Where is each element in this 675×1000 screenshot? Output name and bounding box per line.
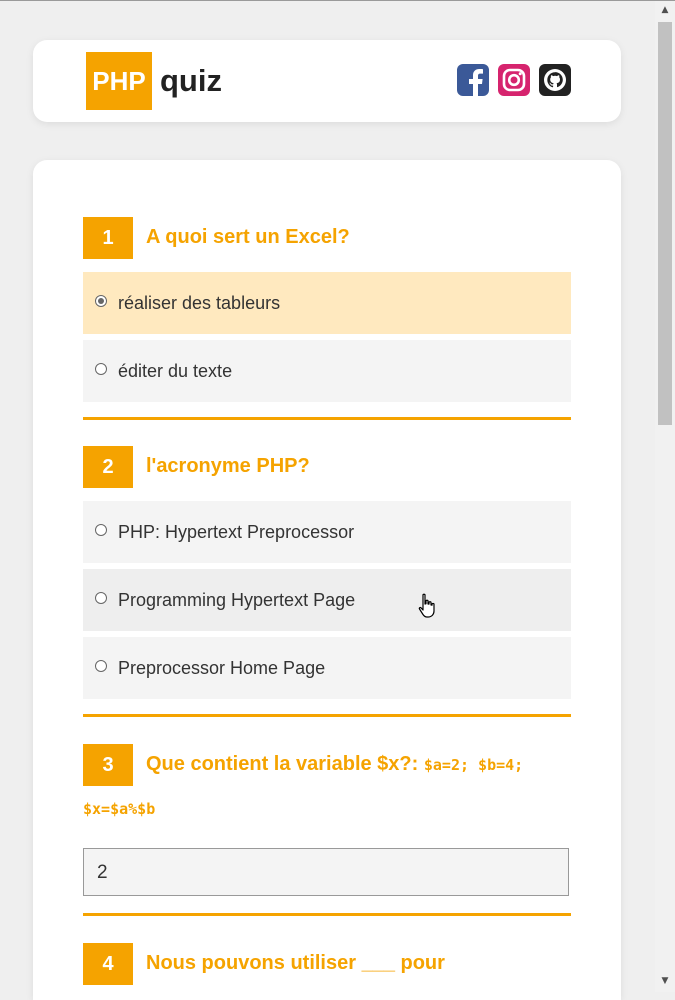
question-number: 2 xyxy=(83,446,133,488)
question-number: 1 xyxy=(83,217,133,259)
hand-cursor-icon xyxy=(418,593,435,618)
logo-word[interactable]: quiz xyxy=(160,52,222,110)
radio-button[interactable] xyxy=(95,660,107,672)
github-icon[interactable] xyxy=(539,64,571,96)
question-title: Que contient la variable $x?: $a=2; $b=4… xyxy=(146,753,523,776)
question-title: l'acronyme PHP? xyxy=(146,455,310,477)
question-title: A quoi sert un Excel? xyxy=(146,226,350,248)
option-label: éditer du texte xyxy=(118,361,233,381)
question-title-text: Que contient la variable $x?: xyxy=(146,753,419,775)
radio-button[interactable] xyxy=(95,524,107,536)
scroll-up-arrow-icon[interactable]: ▲ xyxy=(655,2,675,19)
code-snippet: $a=2; $b=4; xyxy=(423,756,524,774)
answer-option[interactable]: PHP: Hypertext Preprocessor xyxy=(83,501,571,563)
radio-button[interactable] xyxy=(95,363,107,375)
option-label: PHP: Hypertext Preprocessor xyxy=(118,522,355,542)
question-number: 4 xyxy=(83,943,133,985)
header-card: PHP quiz xyxy=(33,40,621,122)
radio-button-checked[interactable] xyxy=(95,295,107,307)
code-snippet: $x=$a%$b xyxy=(83,800,156,818)
answer-input[interactable]: 2 xyxy=(83,848,569,896)
quiz-card: 1 A quoi sert un Excel? réaliser des tab… xyxy=(33,160,621,1000)
answer-option[interactable]: Programming Hypertext Page xyxy=(83,569,571,631)
scrollbar-thumb[interactable] xyxy=(658,22,672,425)
instagram-icon[interactable] xyxy=(498,64,530,96)
facebook-icon[interactable] xyxy=(457,64,489,96)
vertical-scrollbar[interactable]: ▲ ▼ xyxy=(655,1,675,992)
radio-button[interactable] xyxy=(95,592,107,604)
question-separator xyxy=(83,417,571,420)
question-number: 3 xyxy=(83,744,133,786)
question-title: Nous pouvons utiliser ___ pour xyxy=(146,952,445,974)
question-separator xyxy=(83,714,571,717)
answer-option[interactable]: éditer du texte xyxy=(83,340,571,402)
option-label: réaliser des tableurs xyxy=(118,293,281,313)
option-label: Programming Hypertext Page xyxy=(118,590,356,610)
logo-badge[interactable]: PHP xyxy=(86,52,152,110)
option-label: Preprocessor Home Page xyxy=(118,658,326,678)
answer-option[interactable]: réaliser des tableurs xyxy=(83,272,571,334)
question-separator xyxy=(83,913,571,916)
answer-option[interactable]: Preprocessor Home Page xyxy=(83,637,571,699)
scroll-down-arrow-icon[interactable]: ▼ xyxy=(655,973,675,990)
